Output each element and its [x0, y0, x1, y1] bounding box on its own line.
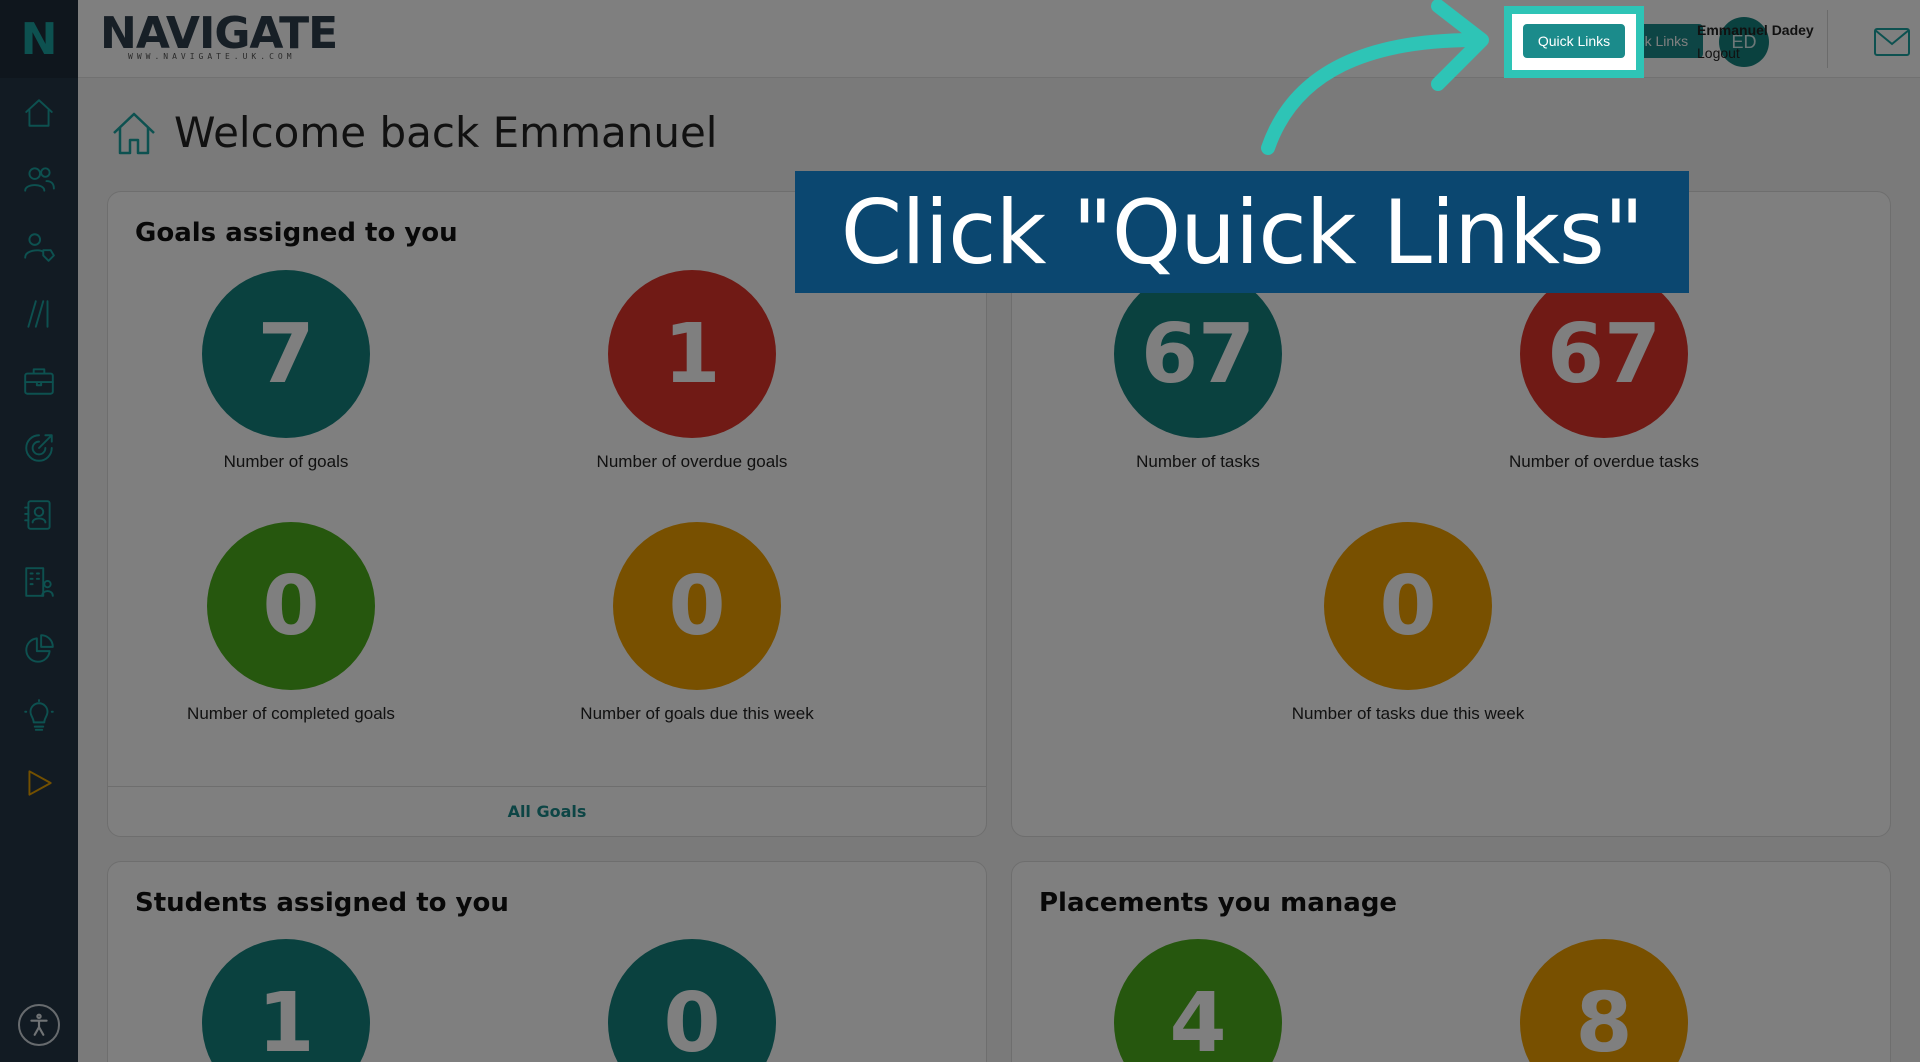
pointer-arrow	[1240, 0, 1540, 160]
tutorial-callout: Click "Quick Links"	[795, 171, 1689, 293]
callout-text: Click "Quick Links"	[840, 180, 1644, 284]
curved-arrow-icon	[1261, 0, 1489, 155]
tutorial-dim-overlay	[0, 0, 1920, 1062]
